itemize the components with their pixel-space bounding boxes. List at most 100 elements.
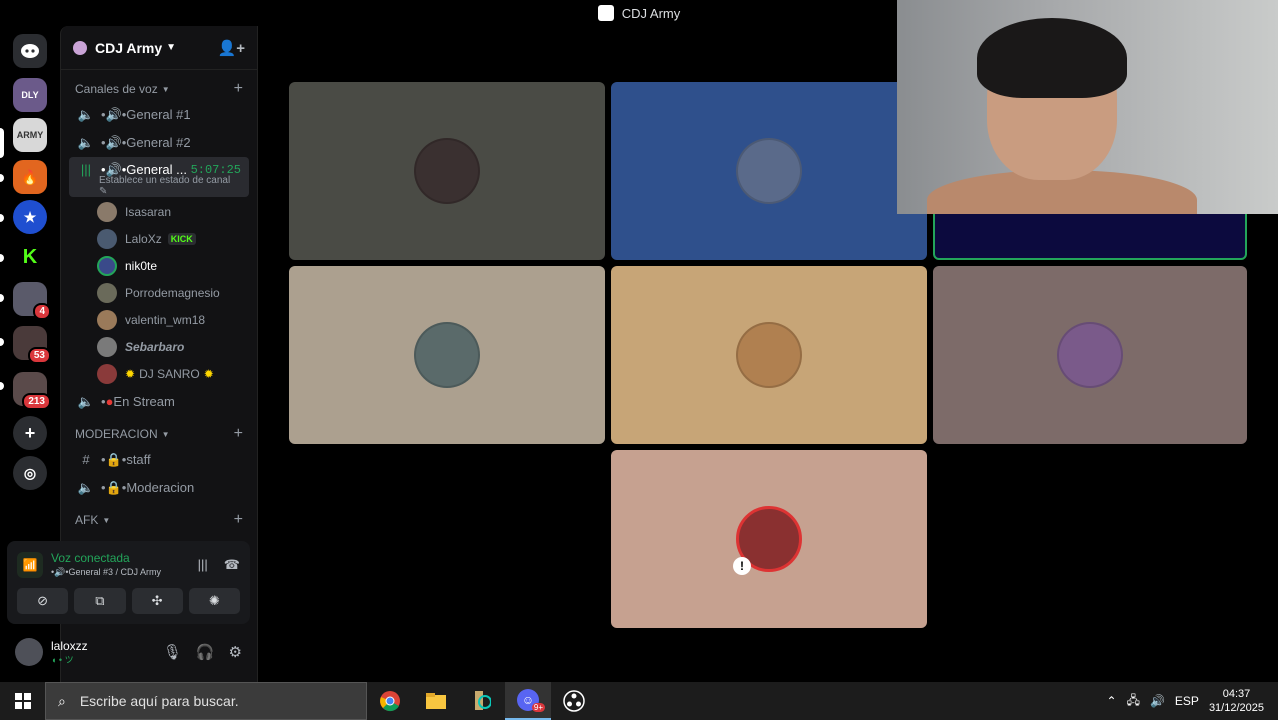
volume-icon[interactable]: 🔊 xyxy=(1150,694,1165,708)
voice-user-name: Sebarbaro xyxy=(125,339,185,354)
avatar xyxy=(97,255,117,276)
voice-user[interactable]: ✹ DJ SANRO ✹ xyxy=(61,360,257,387)
speaker-lock-icon: 🔈 xyxy=(77,479,95,495)
channel-label: General #2 xyxy=(126,135,191,150)
channel-staff[interactable]: # • 🔒 • staff xyxy=(69,446,249,473)
create-channel-icon[interactable]: + xyxy=(234,425,243,443)
start-button[interactable] xyxy=(0,682,45,720)
clock-time: 04:37 xyxy=(1222,688,1251,700)
unread-pip xyxy=(0,254,4,262)
explore-servers-icon[interactable]: ◎ xyxy=(13,456,47,490)
participant-tile[interactable]: ! xyxy=(611,450,927,628)
server-name: CDJ Army xyxy=(95,39,163,56)
red-dot-icon: ● xyxy=(105,394,114,409)
channel-general-3[interactable]: ||| •🔊• General ... 5:07:25 Establece un … xyxy=(69,157,249,197)
activities-icon: ✣ xyxy=(151,593,163,608)
channel-general-1[interactable]: 🔈 •🔊• General #1 xyxy=(69,101,249,128)
unread-pip xyxy=(0,174,4,182)
category-moderation[interactable]: MODERACION ▼ + xyxy=(61,423,257,445)
league-icon xyxy=(475,691,491,710)
selected-pip xyxy=(0,128,4,158)
input-language[interactable]: ESP xyxy=(1175,694,1199,708)
voice-user[interactable]: LaloXz KICK xyxy=(61,225,257,252)
activities-button[interactable]: ✣ xyxy=(131,588,183,614)
avatar xyxy=(414,322,480,388)
avatar xyxy=(736,322,802,388)
unread-pip xyxy=(0,382,4,390)
channel-en-stream[interactable]: 🔈 • ● En Stream xyxy=(69,388,249,415)
avatar[interactable] xyxy=(15,638,43,666)
voice-user[interactable]: Porrodemagnesio xyxy=(61,279,257,306)
chevron-down-icon: ▼ xyxy=(166,42,177,53)
share-screen-button[interactable]: ⧉ xyxy=(74,588,126,614)
avatar xyxy=(97,282,117,303)
window-title: CDJ Army xyxy=(621,5,681,21)
invite-people-icon[interactable]: 👤+ xyxy=(218,39,245,57)
microphone-icon[interactable]: 🎙 xyxy=(163,643,182,661)
voice-status-subtitle[interactable]: •🔊•General #3 / CDJ Army xyxy=(51,567,161,578)
gear-icon[interactable]: ⚙ xyxy=(229,643,242,661)
avatar xyxy=(97,228,117,249)
channel-status[interactable]: Establece un estado de canal ✎ xyxy=(77,175,241,197)
voice-user-name: Isasaran xyxy=(125,204,172,219)
channel-label: Moderacion xyxy=(126,480,195,495)
chevron-up-icon[interactable]: ⌃ xyxy=(1107,694,1117,708)
search-icon: ⌕ xyxy=(58,692,66,709)
windows-icon xyxy=(14,693,31,709)
participant-tile[interactable] xyxy=(611,266,927,444)
username[interactable]: laloxzz xyxy=(51,639,88,653)
mention-badge: 213 xyxy=(22,393,51,410)
server-213-icon[interactable]: 213 xyxy=(13,372,51,410)
server-boost-icon xyxy=(73,40,87,55)
disconnect-icon[interactable]: ☎ xyxy=(224,557,240,573)
voice-user[interactable]: valentin_wm18 xyxy=(61,306,257,333)
noise-suppression-icon[interactable]: ||| xyxy=(198,557,208,572)
participant-tile[interactable] xyxy=(933,266,1247,444)
speaker-icon: 🔈 xyxy=(77,106,95,122)
category-afk[interactable]: AFK ▼ + xyxy=(61,509,257,531)
participant-tile[interactable] xyxy=(289,266,605,444)
discord-taskbar-app[interactable]: ☺ 9+ xyxy=(505,682,551,720)
category-voice[interactable]: Canales de voz ▼ + xyxy=(61,78,257,100)
add-server-icon[interactable]: + xyxy=(13,416,47,450)
server-star-icon[interactable]: ★ xyxy=(13,200,47,234)
server-kick-icon[interactable]: K xyxy=(13,240,47,274)
create-channel-icon[interactable]: + xyxy=(234,511,243,529)
server-fire-icon[interactable]: 🔥 xyxy=(13,160,47,194)
voice-user[interactable]: Sebarbaro xyxy=(61,333,257,360)
participant-tile[interactable] xyxy=(611,82,927,260)
channel-general-2[interactable]: 🔈 •🔊• General #2 xyxy=(69,129,249,156)
avatar xyxy=(97,336,117,357)
network-icon[interactable]: 🖧 xyxy=(1127,691,1140,712)
clock-date: 31/12/2025 xyxy=(1208,702,1264,714)
camera-off-button[interactable]: ⊘ xyxy=(17,588,69,614)
channel-label: staff xyxy=(126,452,151,467)
headphones-icon[interactable]: 🎧 xyxy=(196,643,215,661)
server-4-icon[interactable]: 4 xyxy=(13,282,51,320)
signal-icon[interactable]: 📶 xyxy=(17,551,43,578)
voice-user-name: LaloXz xyxy=(125,231,162,246)
file-explorer-app[interactable] xyxy=(413,682,459,720)
soundboard-button[interactable]: ✺ xyxy=(188,588,240,614)
obs-app[interactable] xyxy=(551,682,597,720)
voice-user[interactable]: Isasaran xyxy=(61,198,257,225)
clock[interactable]: 04:37 31/12/2025 xyxy=(1209,687,1264,715)
voice-user-name: valentin_wm18 xyxy=(125,312,206,327)
taskbar-search[interactable]: ⌕ Escribe aquí para buscar. xyxy=(45,682,367,720)
chevron-down-icon: ▼ xyxy=(161,84,170,94)
channel-moderacion[interactable]: 🔈 • 🔒 • Moderacion xyxy=(69,474,249,501)
league-app[interactable] xyxy=(459,682,505,720)
chrome-app[interactable] xyxy=(367,682,413,720)
voice-user[interactable]: nik0te xyxy=(61,252,257,279)
avatar xyxy=(736,138,802,204)
server-header[interactable]: CDJ Army ▼ 👤+ xyxy=(61,26,257,70)
server-cdj-army-icon[interactable]: ARMY xyxy=(13,118,47,152)
participant-tile[interactable] xyxy=(289,82,605,260)
unread-pip xyxy=(0,338,4,346)
server-daily-icon[interactable]: DLY xyxy=(13,78,47,112)
voice-user-name: Porrodemagnesio xyxy=(125,285,220,300)
create-channel-icon[interactable]: + xyxy=(234,80,243,98)
server-53-icon[interactable]: 53 xyxy=(13,326,51,364)
alert-icon: ! xyxy=(733,557,751,575)
discord-home-icon[interactable] xyxy=(13,34,47,68)
